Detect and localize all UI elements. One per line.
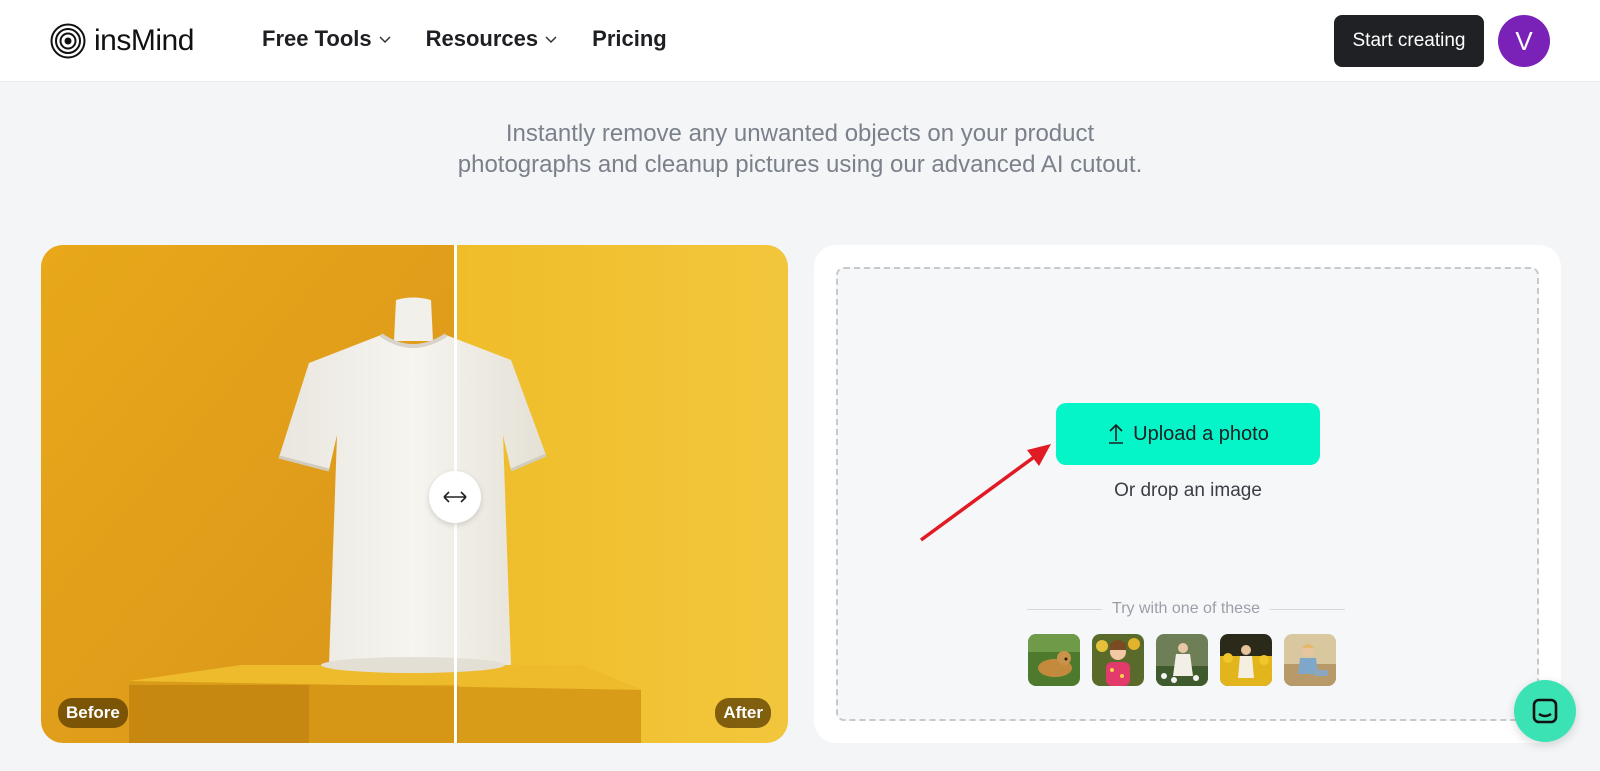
chevron-down-icon (545, 36, 557, 44)
main-nav: Free Tools Resources Pricing (262, 26, 667, 52)
sample-image-girl-field[interactable] (1220, 634, 1272, 686)
logo-icon (50, 23, 86, 59)
upload-photo-button[interactable]: Upload a photo (1056, 403, 1320, 465)
upload-icon (1109, 423, 1124, 444)
top-header: insMind Free Tools Resources Pricing Sta… (0, 0, 1600, 82)
try-samples-heading: Try with one of these (1027, 600, 1346, 618)
before-after-comparison[interactable]: Before After (41, 245, 788, 743)
nav-pricing[interactable]: Pricing (592, 26, 667, 52)
slider-handle[interactable] (429, 471, 481, 523)
user-avatar[interactable]: V (1498, 15, 1550, 67)
start-creating-button[interactable]: Start creating (1334, 15, 1484, 67)
hero-subtitle-line2: photographs and cleanup pictures using o… (457, 151, 1143, 178)
sample-image-girl-flowers[interactable] (1092, 634, 1144, 686)
sample-image-dog[interactable] (1028, 634, 1080, 686)
drop-image-text: Or drop an image (1114, 480, 1262, 501)
nav-resources-label: Resources (425, 26, 539, 51)
after-label: After (715, 698, 771, 728)
chevron-down-icon (379, 36, 391, 44)
nav-pricing-label: Pricing (592, 26, 667, 51)
girl-field-thumbnail (1220, 634, 1272, 686)
dog-thumbnail (1028, 634, 1080, 686)
before-label: Before (58, 698, 128, 728)
chat-support-button[interactable] (1514, 680, 1576, 742)
chat-icon (1532, 698, 1558, 724)
nav-free-tools[interactable]: Free Tools (262, 26, 392, 52)
girl-flowers-thumbnail (1092, 634, 1144, 686)
hero-subtitle: Instantly remove any unwanted objects on… (300, 118, 1300, 180)
nav-free-tools-label: Free Tools (262, 26, 372, 51)
logo[interactable]: insMind (50, 22, 194, 60)
nav-resources[interactable]: Resources (426, 26, 559, 52)
try-samples-label: Try with one of these (1112, 600, 1260, 617)
hero-subtitle-line1: Instantly remove any unwanted objects on… (505, 120, 1095, 147)
logo-text: insMind (94, 24, 194, 57)
child-sitting-thumbnail (1284, 634, 1336, 686)
sample-image-child-sitting[interactable] (1284, 634, 1336, 686)
child-garden-thumbnail (1156, 634, 1208, 686)
sample-images (1028, 634, 1336, 686)
divider-line (1269, 608, 1346, 610)
sample-image-child-garden[interactable] (1156, 634, 1208, 686)
divider-line (1027, 608, 1103, 610)
tshirt-product-image (41, 245, 788, 743)
horizontal-arrows-icon (443, 491, 467, 503)
upload-photo-label: Upload a photo (1133, 422, 1269, 445)
red-arrow-annotation (919, 444, 1051, 542)
